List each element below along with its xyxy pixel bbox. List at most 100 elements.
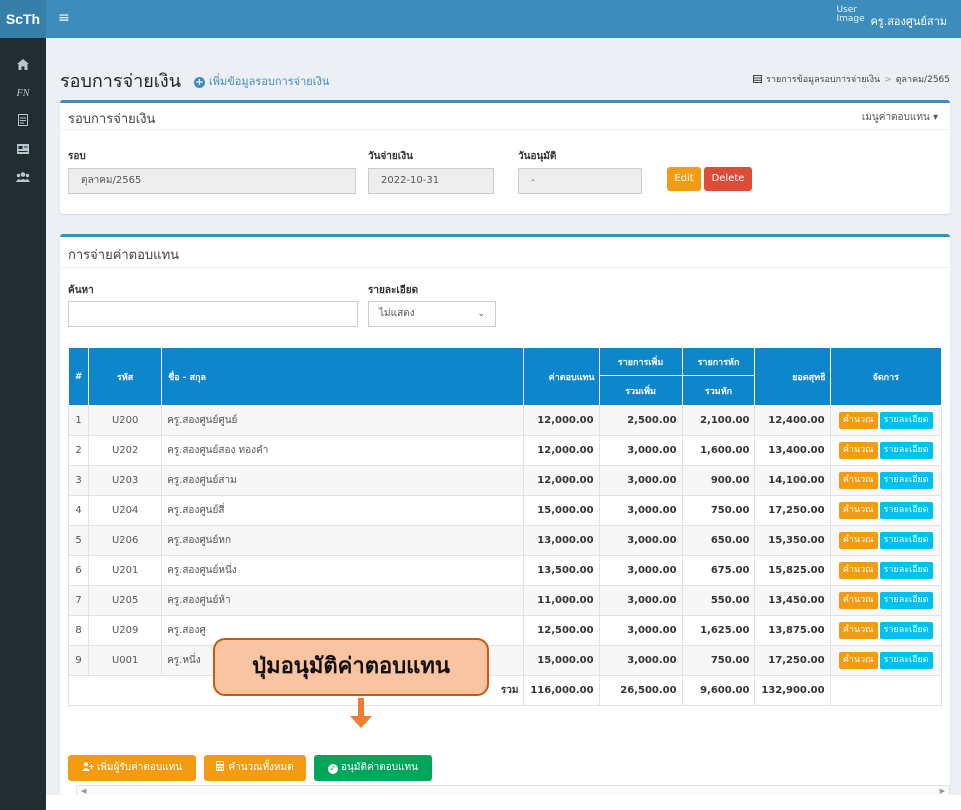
calculate-all-label: คำนวณทั้งหมด <box>228 762 294 773</box>
detail-button[interactable]: รายละเอียด <box>879 442 933 459</box>
row-code: U204 <box>88 495 163 526</box>
col-no: # <box>67 347 90 406</box>
calculate-button[interactable]: คำนวณ <box>838 562 878 579</box>
scroll-right-icon[interactable]: ▶ <box>940 787 945 795</box>
row-no: 3 <box>67 465 90 496</box>
table-row: 3 U203 ครู.สองศูนย์สาม 12,000.00 3,000.00 900… <box>67 465 943 496</box>
row-compensation: 12,000.00 <box>523 435 600 466</box>
caret-down-icon: ▾ <box>932 112 938 123</box>
detail-select[interactable]: ไม่แสดง ⌄ <box>368 301 496 327</box>
row-no: 8 <box>67 615 90 646</box>
user-plus-icon <box>81 762 94 771</box>
row-additions: 3,000.00 <box>598 585 683 616</box>
col-manage: จัดการ <box>829 347 943 406</box>
detail-button[interactable]: รายละเอียด <box>879 562 933 579</box>
total-additions: 26,500.00 <box>598 675 683 706</box>
search-input[interactable] <box>68 301 358 327</box>
add-round-label: เพิ่มข้อมูลรอบการจ่ายเงิน <box>209 75 330 88</box>
row-additions: 3,000.00 <box>598 615 683 646</box>
row-additions: 2,500.00 <box>598 405 683 436</box>
home-icon[interactable] <box>0 52 46 80</box>
document-icon[interactable] <box>0 108 46 136</box>
row-compensation: 12,000.00 <box>523 405 600 436</box>
row-code: U209 <box>88 615 163 646</box>
row-actions: คำนวณ รายละเอียด <box>829 435 943 466</box>
col-compensation: ค่าตอบแทน <box>523 347 600 406</box>
breadcrumb-item-list[interactable]: รายการข้อมูลรอบการจ่ายเงิน <box>766 75 880 85</box>
round-label: รอบ <box>68 151 86 162</box>
brand-logo[interactable]: ScTh <box>0 0 46 38</box>
table-row: 1 U200 ครู.สองศูนย์ศูนย์ 12,000.00 2,500.00 2… <box>67 405 943 436</box>
calculate-button[interactable]: คำนวณ <box>838 502 878 519</box>
row-deductions: 750.00 <box>681 645 756 676</box>
content-header: รอบการจ่ายเงิน + เพิ่มข้อมูลรอบการจ่ายเงิ… <box>60 66 950 92</box>
row-compensation: 11,000.00 <box>523 585 600 616</box>
calculate-button[interactable]: คำนวณ <box>838 652 878 669</box>
row-deductions: 675.00 <box>681 555 756 586</box>
detail-button[interactable]: รายละเอียด <box>879 622 933 639</box>
fn-icon[interactable]: FN <box>0 80 46 108</box>
card-icon[interactable] <box>0 136 46 164</box>
add-recipient-button[interactable]: เพิ่มผู้รับค่าตอบแทน <box>68 755 196 781</box>
col-additions-group: รายการเพิ่ม <box>598 347 683 376</box>
calculate-button[interactable]: คำนวณ <box>838 472 878 489</box>
calculate-button[interactable]: คำนวณ <box>838 622 878 639</box>
row-net: 14,100.00 <box>754 465 831 496</box>
row-code: U200 <box>88 405 163 436</box>
row-deductions: 1,625.00 <box>681 615 756 646</box>
pay-date-label: วันจ่ายเงิน <box>368 151 413 162</box>
user-avatar[interactable]: User Image <box>836 6 864 32</box>
row-code: U203 <box>88 465 163 496</box>
edit-button[interactable]: Edit <box>667 167 701 191</box>
add-round-link[interactable]: + เพิ่มข้อมูลรอบการจ่ายเงิน <box>194 72 329 90</box>
detail-button[interactable]: รายละเอียด <box>879 502 933 519</box>
total-row: รวม 116,000.00 26,500.00 9,600.00 132,90… <box>67 675 943 706</box>
table-row: 7 U205 ครู.สองศูนย์ห้า 11,000.00 3,000.00 550… <box>67 585 943 616</box>
sidebar-toggle-icon[interactable]: ≡ <box>58 11 70 25</box>
calculate-button[interactable]: คำนวณ <box>838 592 878 609</box>
row-name: ครู.สองศูนย์สาม <box>161 465 525 496</box>
total-net: 132,900.00 <box>754 675 831 706</box>
calculate-button[interactable]: คำนวณ <box>838 442 878 459</box>
table-row: 9 U001 ครู.หนึ่ง 15,000.00 3,000.00 750.00 17,… <box>67 645 943 676</box>
row-no: 2 <box>67 435 90 466</box>
user-menu[interactable]: User Image ครู.สองศูนย์สาม <box>836 6 947 32</box>
page-bottom-strip <box>46 795 961 810</box>
user-name[interactable]: ครู.สองศูนย์สาม <box>870 12 947 30</box>
row-additions: 3,000.00 <box>598 495 683 526</box>
row-additions: 3,000.00 <box>598 555 683 586</box>
delete-button[interactable]: Delete <box>704 167 752 191</box>
detail-button[interactable]: รายละเอียด <box>879 532 933 549</box>
users-icon[interactable] <box>0 164 46 192</box>
payment-box-title: การจ่ายค่าตอบแทน <box>68 248 180 263</box>
detail-button[interactable]: รายละเอียด <box>879 652 933 669</box>
row-no: 9 <box>67 645 90 676</box>
total-deductions: 9,600.00 <box>681 675 756 706</box>
detail-select-value: ไม่แสดง <box>379 308 415 319</box>
payment-box: การจ่ายค่าตอบแทน ค้นหา รายละเอียด ไม่แสด… <box>60 234 950 799</box>
calculate-button[interactable]: คำนวณ <box>838 532 878 549</box>
compensation-menu-dropdown[interactable]: เมนูค่าตอบแทน ▾ <box>862 110 938 125</box>
calculate-all-button[interactable]: คำนวณทั้งหมด <box>204 755 306 781</box>
round-field: ตุลาคม/2565 <box>68 168 356 194</box>
content-wrapper: รอบการจ่ายเงิน + เพิ่มข้อมูลรอบการจ่ายเงิ… <box>46 38 961 810</box>
compensation-menu-label: เมนูค่าตอบแทน <box>861 112 930 123</box>
approve-compensation-button[interactable]: ✓ อนุมัติค่าตอบแทน <box>314 755 432 781</box>
scroll-left-icon[interactable]: ◀ <box>81 787 86 795</box>
row-net: 17,250.00 <box>754 645 831 676</box>
row-additions: 3,000.00 <box>598 435 683 466</box>
total-manage-cell <box>829 675 943 706</box>
row-name: ครู.สองศูนย์ห้า <box>161 585 525 616</box>
detail-button[interactable]: รายละเอียด <box>879 592 933 609</box>
sidebar: FN <box>0 38 46 810</box>
row-actions: คำนวณ รายละเอียด <box>829 405 943 436</box>
row-name: ครู.สองศูนย์สี่ <box>161 495 525 526</box>
row-compensation: 13,000.00 <box>523 525 600 556</box>
detail-button[interactable]: รายละเอียด <box>879 412 933 429</box>
row-no: 1 <box>67 405 90 436</box>
row-net: 13,875.00 <box>754 615 831 646</box>
row-compensation: 12,500.00 <box>523 615 600 646</box>
calculate-button[interactable]: คำนวณ <box>838 412 878 429</box>
detail-button[interactable]: รายละเอียด <box>879 472 933 489</box>
row-no: 7 <box>67 585 90 616</box>
